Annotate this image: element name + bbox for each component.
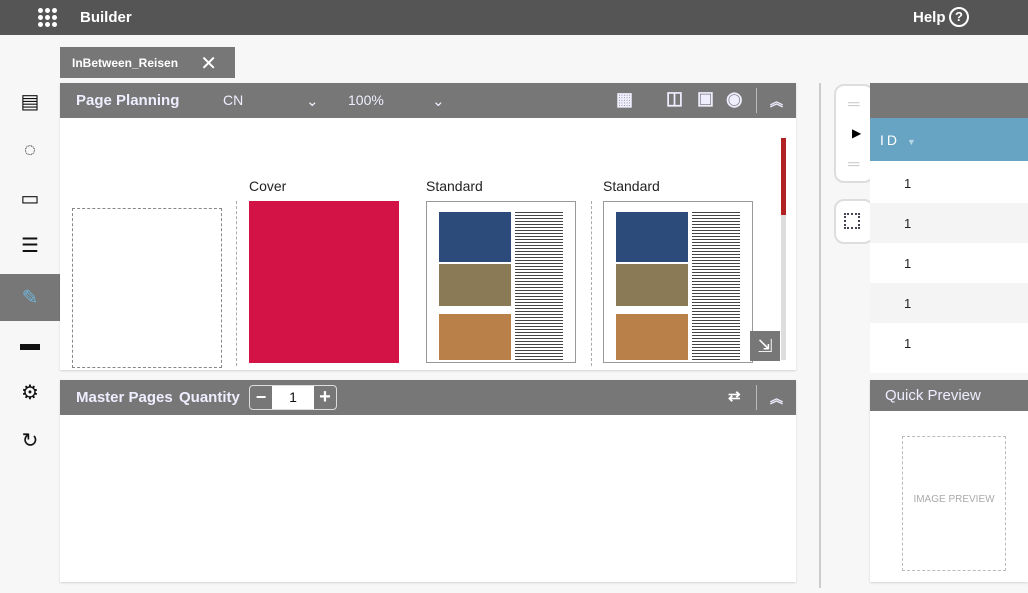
- tab-label: InBetween_Reisen: [72, 56, 179, 70]
- app-title: Builder: [80, 9, 132, 26]
- master-pages-panel: Master Pages Quantity − 1 + ⇄ ︽: [60, 380, 796, 582]
- expand-icon[interactable]: ⇲: [750, 331, 780, 361]
- apps-grid-icon[interactable]: [38, 8, 58, 28]
- table-row[interactable]: 1: [870, 163, 1028, 203]
- id-header-label: ID: [880, 132, 900, 148]
- play-icon[interactable]: ▶: [852, 126, 861, 140]
- sync-icon[interactable]: ↻: [0, 417, 60, 464]
- publications-icon[interactable]: ▤: [0, 78, 60, 125]
- page-planning-header: Page Planning CN ⌄ 100% ⌄ ▦ ◫ ▣ ◉ ︽: [60, 83, 796, 118]
- help-link[interactable]: Help: [913, 9, 946, 26]
- book-open-icon[interactable]: ◫: [666, 88, 683, 109]
- image-preview: IMAGE PREVIEW: [902, 436, 1006, 571]
- blank-page[interactable]: [72, 208, 222, 368]
- table-row[interactable]: 1: [870, 203, 1028, 243]
- select-frame-icon: [844, 213, 860, 229]
- help-icon[interactable]: ?: [949, 7, 969, 27]
- top-bar: Builder Help ?: [0, 0, 1028, 35]
- sidebar: ▤ ◌ ▭ ☰ ✎ ▬ ⚙ ↻: [0, 35, 60, 593]
- splitter[interactable]: [819, 83, 821, 588]
- quick-preview-panel: Quick Preview IMAGE PREVIEW: [870, 380, 1028, 582]
- master-pages-header: Master Pages Quantity − 1 + ⇄ ︽: [60, 380, 796, 415]
- table-row[interactable]: 1: [870, 283, 1028, 323]
- chevron-down-icon[interactable]: ⌄: [432, 92, 445, 110]
- standard-page[interactable]: [426, 201, 576, 363]
- panel-title: Page Planning: [76, 92, 180, 109]
- zoom-select[interactable]: 100%: [348, 92, 384, 108]
- select-frame-button[interactable]: [834, 199, 874, 244]
- collapse-icon[interactable]: ︽: [770, 91, 783, 110]
- folder-icon[interactable]: ▭: [0, 175, 60, 222]
- page-planning-panel: Page Planning CN ⌄ 100% ⌄ ▦ ◫ ▣ ◉ ︽ Cove…: [60, 83, 796, 370]
- page-label: Cover: [249, 178, 287, 194]
- chevron-down-icon[interactable]: ⌄: [306, 92, 319, 110]
- quantity-label: Quantity: [179, 389, 240, 406]
- swap-icon[interactable]: ⇄: [728, 387, 741, 405]
- scrollbar[interactable]: [781, 138, 786, 215]
- table-row[interactable]: 1: [870, 243, 1028, 283]
- list-icon[interactable]: ☰: [0, 222, 60, 269]
- cycle-icon[interactable]: ◌: [0, 127, 60, 174]
- close-icon[interactable]: ✕: [200, 51, 217, 76]
- page-label: Standard: [426, 178, 483, 194]
- panel-title: Quick Preview: [885, 387, 981, 404]
- page-label: Standard: [603, 178, 660, 194]
- grid-off-icon[interactable]: ▦: [616, 89, 633, 110]
- eye-icon[interactable]: ◉: [726, 88, 743, 111]
- sort-icon[interactable]: ▼: [907, 137, 919, 147]
- standard-page[interactable]: [603, 201, 753, 363]
- grid-view-icon[interactable]: ▣: [697, 88, 714, 109]
- nav-control: ═ ▶ ═: [834, 84, 874, 183]
- drag-handle-icon[interactable]: ═: [848, 96, 859, 114]
- quick-preview-header: Quick Preview: [870, 380, 1028, 411]
- table-row[interactable]: 1: [870, 323, 1028, 363]
- collapse-icon[interactable]: ︽: [770, 388, 783, 407]
- minus-icon[interactable]: −: [250, 386, 272, 409]
- settings-icon[interactable]: ⚙: [0, 369, 60, 416]
- plus-icon[interactable]: +: [314, 386, 336, 409]
- comment-icon[interactable]: ▬: [0, 321, 60, 368]
- quantity-input[interactable]: 1: [272, 386, 314, 409]
- panel-title: Master Pages: [76, 389, 173, 406]
- quantity-stepper[interactable]: − 1 +: [249, 385, 337, 410]
- cover-page[interactable]: [249, 201, 399, 363]
- drag-handle-icon[interactable]: ═: [848, 156, 859, 174]
- edit-icon[interactable]: ✎: [0, 274, 60, 321]
- language-select[interactable]: CN: [223, 92, 243, 108]
- id-column-header[interactable]: ID ▼: [870, 118, 1028, 161]
- document-tab[interactable]: InBetween_Reisen ✕: [60, 47, 235, 78]
